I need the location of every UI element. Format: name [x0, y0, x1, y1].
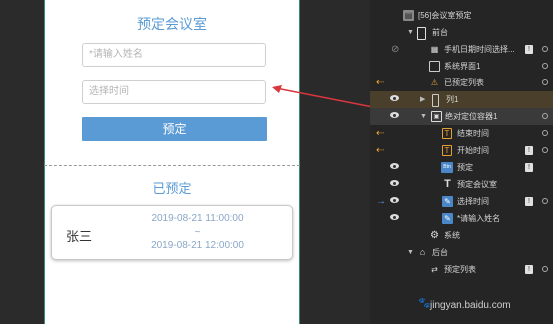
booking-start-time: 2019-08-21 11:00:00 [151, 213, 244, 224]
time-picker-input[interactable]: 选择时间 [82, 80, 266, 104]
warning-icon: ⚠ [430, 78, 439, 87]
gear-icon: ⚙ [430, 230, 439, 241]
info-icon[interactable]: ! [525, 265, 533, 274]
layer-row-book-button[interactable]: Btn 预定 ! [370, 159, 553, 176]
arrow-left-icon: ⇠ [376, 145, 385, 156]
chevron-down-icon[interactable]: ▼ [407, 244, 414, 261]
info-icon[interactable]: ! [525, 146, 533, 155]
radio-dot-icon[interactable] [542, 147, 548, 153]
arrow-right-icon: → [376, 196, 386, 207]
arrow-left-icon: ⇠ [376, 77, 385, 88]
container-icon: ▣ [431, 111, 442, 122]
layer-row-time-input[interactable]: → ✎ 选择时间 ! [370, 193, 553, 210]
hidden-eye-icon[interactable]: ⊘ [391, 41, 399, 58]
arrow-left-icon: ⇠ [376, 128, 385, 139]
layer-row-system-ui[interactable]: 系统界面1 [370, 58, 553, 75]
eye-icon[interactable] [390, 112, 399, 118]
name-input[interactable]: *请输入姓名 [82, 43, 266, 67]
list-icon: ⇄ [431, 265, 438, 274]
edit-icon: ✎ [442, 213, 453, 224]
device-icon [417, 27, 426, 40]
layer-row-backend[interactable]: ▼ ⌂ 后台 [370, 244, 553, 261]
text-icon: T [442, 145, 452, 156]
eye-icon[interactable] [390, 95, 399, 101]
info-icon[interactable]: ! [525, 197, 533, 206]
home-icon: ⌂ [419, 247, 426, 257]
text-icon: T [444, 178, 451, 190]
page-title: 预定会议室 [137, 16, 207, 32]
layer-row-name-input[interactable]: ✎ *请输入姓名 [370, 210, 553, 227]
eye-icon[interactable] [390, 197, 399, 203]
eye-icon[interactable] [390, 163, 399, 169]
radio-dot-icon[interactable] [542, 113, 548, 119]
radio-dot-icon[interactable] [542, 198, 548, 204]
radio-dot-icon[interactable] [542, 79, 548, 85]
layer-row-datetime[interactable]: ⊘ ▦ 手机日期时间选择... ! [370, 41, 553, 58]
radio-dot-icon[interactable] [542, 266, 548, 272]
edit-icon: ✎ [442, 196, 453, 207]
layer-row-booking-list[interactable]: ⇄ 预定列表 ! [370, 261, 553, 278]
layer-row-title-text[interactable]: T 预定会议室 [370, 176, 553, 193]
divider [44, 165, 300, 166]
radio-dot-icon[interactable] [542, 63, 548, 69]
booking-name: 张三 [66, 229, 93, 244]
eye-icon[interactable] [390, 180, 399, 186]
chevron-down-icon[interactable]: ▼ [407, 24, 414, 41]
info-icon[interactable]: ! [525, 163, 533, 172]
watermark: jingyan.baidu.com [430, 300, 511, 311]
radio-dot-icon[interactable] [542, 46, 548, 52]
layer-row-page[interactable]: ▤ [56]会议室预定 [370, 7, 553, 24]
layer-row-start-time[interactable]: ⇠ T 开始时间 ! [370, 142, 553, 159]
layer-row-end-time[interactable]: ⇠ T 结束时间 [370, 125, 553, 142]
layer-row-column[interactable]: ▶ 列1 [370, 91, 553, 108]
info-icon[interactable]: ! [525, 45, 533, 54]
text-icon: T [442, 128, 452, 139]
column-icon [432, 94, 439, 107]
booking-end-time: 2019-08-21 12:00:00 [151, 240, 244, 251]
layer-row-frontend[interactable]: ▼ 前台 [370, 24, 553, 41]
button-icon: Btn [441, 162, 453, 173]
baidu-logo-icon: 🐾 [418, 298, 431, 309]
chevron-down-icon[interactable]: ▼ [420, 108, 427, 125]
booking-separator: ~ [194, 227, 201, 238]
layer-row-system[interactable]: ⚙ 系统 [370, 227, 553, 244]
layer-row-booked-list[interactable]: ⇠ ⚠ 已预定列表 [370, 74, 553, 91]
annotation-arrow [272, 85, 379, 109]
screen-icon [429, 61, 440, 72]
canvas-margin-left [0, 0, 44, 324]
eye-icon[interactable] [390, 214, 399, 220]
canvas-margin-right [299, 0, 370, 324]
layer-row-abs-container[interactable]: ▼ ▣ 绝对定位容器1 [370, 108, 553, 125]
radio-dot-icon[interactable] [542, 130, 548, 136]
book-button[interactable]: 预定 [82, 117, 267, 141]
booked-title: 已预定 [152, 181, 192, 196]
page-icon: ▤ [403, 10, 414, 21]
phone-icon: ▦ [430, 45, 439, 54]
chevron-right-icon[interactable]: ▶ [420, 91, 425, 108]
